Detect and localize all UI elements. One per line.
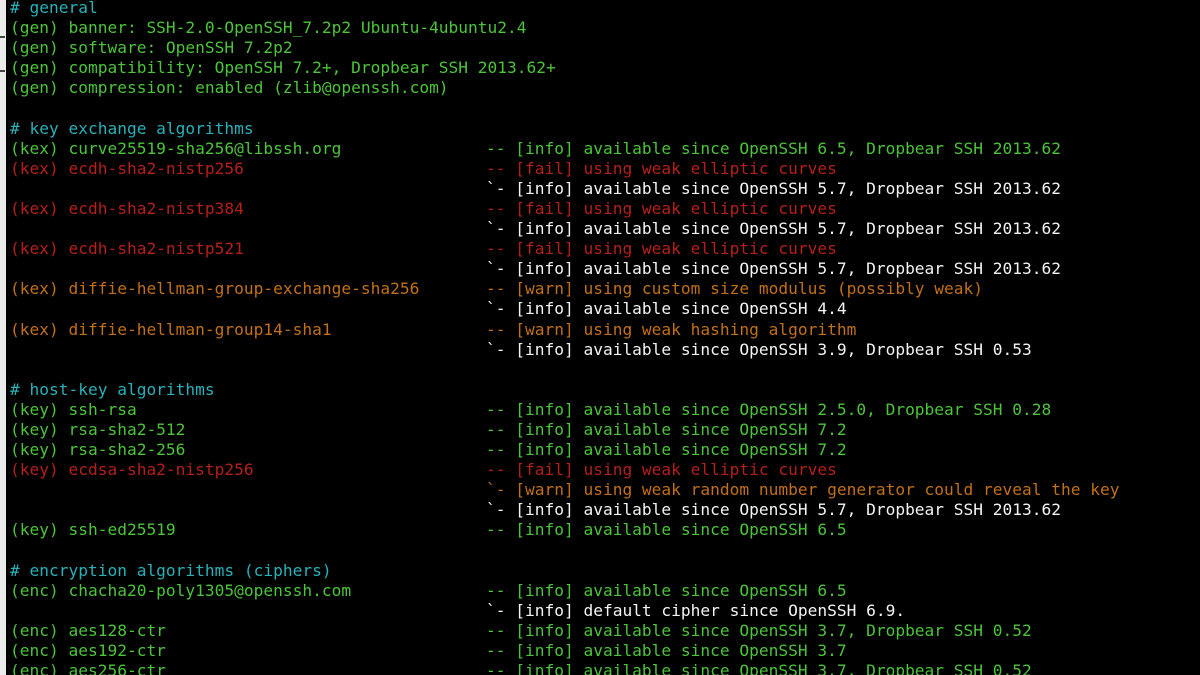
algorithm-note: -- [fail] using weak elliptic curves xyxy=(486,460,837,480)
output-line: (enc) aes192-ctr -- [info] available sinc… xyxy=(10,641,1200,661)
algorithm-name: (kex) ecdh-sha2-nistp521 xyxy=(10,239,244,259)
algorithm-note: -- [fail] using weak elliptic curves xyxy=(486,158,837,178)
algorithm-note: -- [warn] using weak hashing algorithm xyxy=(486,319,857,339)
algorithm-name: (gen) software: OpenSSH 7.2p2 xyxy=(10,38,293,58)
algorithm-name: (key) ssh-ed25519 xyxy=(10,520,176,540)
output-line: `- [info] available since OpenSSH 5.7, D… xyxy=(10,259,1200,279)
output-line: (enc) aes256-ctr -- [info] available sinc… xyxy=(10,661,1200,675)
output-line: (enc) chacha20-poly1305@openssh.com -- [i… xyxy=(10,581,1200,601)
algorithm-name: (kex) ecdh-sha2-nistp256 xyxy=(10,158,244,178)
output-line: (kex) diffie-hellman-group14-sha1 -- [war… xyxy=(10,320,1200,340)
output-line: `- [info] available since OpenSSH 4.4 xyxy=(10,299,1200,319)
output-line: `- [info] available since OpenSSH 3.9, D… xyxy=(10,340,1200,360)
output-line: (gen) compatibility: OpenSSH 7.2+, Dropb… xyxy=(10,58,1200,78)
algorithm-name: # general xyxy=(10,0,98,17)
algorithm-note: -- [info] available since OpenSSH 6.5 xyxy=(486,520,847,540)
output-line: `- [info] available since OpenSSH 5.7, D… xyxy=(10,219,1200,239)
algorithm-name: (enc) aes128-ctr xyxy=(10,620,166,640)
algorithm-note: -- [fail] using weak elliptic curves xyxy=(486,198,837,218)
algorithm-note: -- [info] available since OpenSSH 7.2 xyxy=(486,440,847,460)
algorithm-note: -- [info] available since OpenSSH 6.5, D… xyxy=(486,138,1061,158)
algorithm-note: -- [info] available since OpenSSH 6.5 xyxy=(486,580,847,600)
algorithm-note: `- [info] available since OpenSSH 4.4 xyxy=(486,299,847,319)
window-left-edge xyxy=(0,0,6,675)
output-line: (key) ssh-rsa -- [info] available since O… xyxy=(10,400,1200,420)
section-header: # host-key algorithms xyxy=(10,380,1200,400)
algorithm-name: # key exchange algorithms xyxy=(10,118,254,138)
section-header: # key exchange algorithms xyxy=(10,119,1200,139)
output-line: `- [info] default cipher since OpenSSH 6… xyxy=(10,601,1200,621)
algorithm-note: -- [warn] using custom size modulus (pos… xyxy=(486,279,984,299)
algorithm-name: (kex) diffie-hellman-group-exchange-sha2… xyxy=(10,279,420,299)
algorithm-note: -- [info] available since OpenSSH 3.7 xyxy=(486,641,847,660)
algorithm-name: (key) ecdsa-sha2-nistp256 xyxy=(10,460,254,480)
algorithm-name: (key) rsa-sha2-256 xyxy=(10,440,186,460)
output-line: (key) ssh-ed25519 -- [info] available sin… xyxy=(10,520,1200,540)
algorithm-note: -- [info] available since OpenSSH 3.7, D… xyxy=(486,620,1032,640)
algorithm-name: (gen) compression: enabled (zlib@openssh… xyxy=(10,78,449,98)
algorithm-name: (enc) chacha20-poly1305@openssh.com xyxy=(10,580,352,600)
algorithm-note: `- [info] available since OpenSSH 5.7, D… xyxy=(486,178,1061,198)
algorithm-note: -- [info] available since OpenSSH 2.5.0,… xyxy=(486,399,1052,419)
output-line: `- [info] available since OpenSSH 5.7, D… xyxy=(10,179,1200,199)
section-header: # general xyxy=(10,0,1200,18)
output-line: (kex) curve25519-sha256@libssh.org -- [in… xyxy=(10,139,1200,159)
algorithm-note: -- [info] available since OpenSSH 3.7, D… xyxy=(486,661,1032,675)
output-line: (kex) ecdh-sha2-nistp384 -- [fail] using … xyxy=(10,199,1200,219)
output-line: (enc) aes128-ctr -- [info] available sinc… xyxy=(10,621,1200,641)
algorithm-name: (enc) aes256-ctr xyxy=(10,661,166,675)
output-line: (gen) software: OpenSSH 7.2p2 xyxy=(10,38,1200,58)
output-line: (key) ecdsa-sha2-nistp256 -- [fail] using… xyxy=(10,460,1200,480)
algorithm-name: # host-key algorithms xyxy=(10,379,215,399)
algorithm-name: (enc) aes192-ctr xyxy=(10,641,166,660)
output-line: (key) rsa-sha2-512 -- [info] available si… xyxy=(10,420,1200,440)
algorithm-note: `- [info] available since OpenSSH 5.7, D… xyxy=(486,259,1061,279)
output-line: (kex) diffie-hellman-group-exchange-sha2… xyxy=(10,279,1200,299)
algorithm-note: -- [info] available since OpenSSH 7.2 xyxy=(486,419,847,439)
algorithm-name: (kex) curve25519-sha256@libssh.org xyxy=(10,138,342,158)
output-line: `- [warn] using weak random number gener… xyxy=(10,480,1200,500)
section-header: # encryption algorithms (ciphers) xyxy=(10,561,1200,581)
algorithm-name: (gen) banner: SSH-2.0-OpenSSH_7.2p2 Ubun… xyxy=(10,18,527,38)
algorithm-name: (kex) ecdh-sha2-nistp384 xyxy=(10,198,244,218)
algorithm-name: (key) ssh-rsa xyxy=(10,399,137,419)
output-line: (key) rsa-sha2-256 -- [info] available si… xyxy=(10,440,1200,460)
output-line: (gen) banner: SSH-2.0-OpenSSH_7.2p2 Ubun… xyxy=(10,18,1200,38)
algorithm-note: -- [fail] using weak elliptic curves xyxy=(486,239,837,259)
algorithm-name: (kex) diffie-hellman-group14-sha1 xyxy=(10,319,332,339)
algorithm-name: (key) rsa-sha2-512 xyxy=(10,419,186,439)
algorithm-name: (gen) compatibility: OpenSSH 7.2+, Dropb… xyxy=(10,58,556,78)
algorithm-note: `- [info] available since OpenSSH 5.7, D… xyxy=(486,500,1061,520)
terminal-output: # general (gen) banner: SSH-2.0-OpenSSH_7… xyxy=(10,0,1200,675)
output-line: (kex) ecdh-sha2-nistp521 -- [fail] using … xyxy=(10,239,1200,259)
output-line: `- [info] available since OpenSSH 5.7, D… xyxy=(10,500,1200,520)
terminal-window[interactable]: # general (gen) banner: SSH-2.0-OpenSSH_7… xyxy=(0,0,1200,675)
algorithm-note: `- [info] available since OpenSSH 5.7, D… xyxy=(486,219,1061,239)
output-line: (gen) compression: enabled (zlib@openssh… xyxy=(10,78,1200,98)
output-line: (kex) ecdh-sha2-nistp256 -- [fail] using … xyxy=(10,159,1200,179)
algorithm-note: `- [info] available since OpenSSH 3.9, D… xyxy=(486,339,1032,359)
algorithm-note: `- [info] default cipher since OpenSSH 6… xyxy=(486,600,906,620)
algorithm-name: # encryption algorithms (ciphers) xyxy=(10,560,332,580)
algorithm-note: `- [warn] using weak random number gener… xyxy=(486,480,1120,500)
